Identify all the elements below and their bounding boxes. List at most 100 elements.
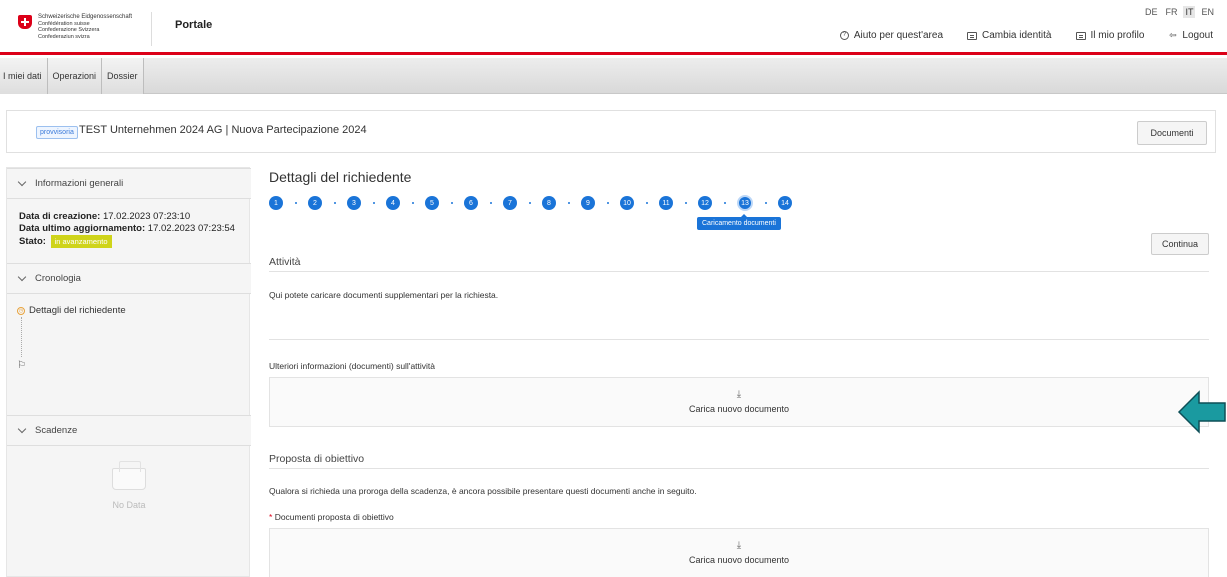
general-info-details: Data di creazione: 17.02.2023 07:23:10 D… <box>19 211 235 248</box>
step-14[interactable]: 14 <box>778 196 792 210</box>
updated-value: 17.02.2023 07:23:54 <box>147 223 235 234</box>
general-info-header[interactable]: Informazioni generali <box>7 168 251 199</box>
step-2[interactable]: 2 <box>308 196 322 210</box>
step-connector <box>673 196 698 210</box>
switch-identity-label: Cambia identità <box>982 30 1052 41</box>
step-connector <box>517 196 542 210</box>
step-connector <box>439 196 464 210</box>
chevron-down-icon <box>17 272 27 282</box>
timeline-item[interactable]: ◷ Dettagli del richiedente <box>17 305 126 316</box>
logo-divider <box>151 12 152 46</box>
chevron-down-icon <box>17 424 27 434</box>
help-link[interactable]: ? Aiuto per quest'area <box>839 30 943 41</box>
chronology-heading: Cronologia <box>35 273 81 284</box>
empty-inbox-icon <box>112 461 146 490</box>
step-7[interactable]: 7 <box>503 196 517 210</box>
portal-title: Portale <box>175 19 213 31</box>
page-title: Dettagli del richiedente <box>269 169 412 185</box>
chevron-down-icon <box>17 177 27 187</box>
step-connector <box>556 196 581 210</box>
step-connector <box>283 196 308 210</box>
documents-button[interactable]: Documenti <box>1137 121 1207 145</box>
step-5[interactable]: 5 <box>425 196 439 210</box>
timeline-connector <box>21 317 22 357</box>
step-indicator: 1 2 3 4 5 6 7 8 9 10 11 12 13 14 <box>269 195 792 211</box>
top-navigation: ? Aiuto per quest'area Cambia identità I… <box>839 30 1213 41</box>
logo-line-rm: Confederaziun svizra <box>38 33 90 40</box>
step-13[interactable]: 13 <box>737 195 753 211</box>
top-header: Schweizerische Eidgenossenschaft Confédé… <box>0 0 1227 55</box>
proposal-docs-label: * Documenti proposta di obiettivo <box>269 512 394 522</box>
annotation-arrow-icon <box>1177 390 1226 434</box>
step-6[interactable]: 6 <box>464 196 478 210</box>
general-info-heading: Informazioni generali <box>35 178 124 189</box>
step-11[interactable]: 11 <box>659 196 673 210</box>
deadlines-heading: Scadenze <box>35 425 78 436</box>
upload-label: Carica nuovo documento <box>688 404 790 414</box>
divider <box>269 271 1209 272</box>
continue-button[interactable]: Continua <box>1151 233 1209 255</box>
created-value: 17.02.2023 07:23:10 <box>102 211 191 222</box>
step-connector <box>712 196 737 210</box>
lang-en[interactable]: EN <box>1199 6 1216 18</box>
provisional-badge: provvisoria <box>36 126 78 139</box>
profile-label: Il mio profilo <box>1090 30 1145 41</box>
profile-link[interactable]: Il mio profilo <box>1075 30 1145 41</box>
case-header: provvisoria TEST Unternehmen 2024 AG | N… <box>6 110 1216 153</box>
switch-identity-link[interactable]: Cambia identità <box>967 30 1052 41</box>
logout-label: Logout <box>1182 30 1213 41</box>
sidebar: Informazioni generali Data di creazione:… <box>6 167 251 577</box>
swiss-flag-icon <box>18 15 32 29</box>
logout-link[interactable]: ⇦ Logout <box>1168 30 1213 41</box>
proposal-heading: Proposta di obiettivo <box>269 453 365 465</box>
upload-icon: ⤓ <box>736 389 742 400</box>
status-badge: in avanzamento <box>50 235 112 248</box>
tab-my-data[interactable]: I miei dati <box>0 58 48 94</box>
federal-logo[interactable]: Schweizerische Eidgenossenschaft Confédé… <box>18 14 132 40</box>
step-4[interactable]: 4 <box>386 196 400 210</box>
profile-card-icon <box>1075 31 1086 40</box>
step-10[interactable]: 10 <box>620 196 634 210</box>
lang-it[interactable]: IT <box>1183 6 1196 18</box>
step-12[interactable]: 12 <box>698 196 712 210</box>
activity-heading: Attività <box>269 256 301 268</box>
step-connector <box>595 196 620 210</box>
upload-label: Carica nuovo documento <box>688 555 790 565</box>
proposal-description: Qualora si richieda una proroga della sc… <box>269 486 697 496</box>
logo-line-de: Schweizerische Eidgenossenschaft <box>38 14 133 20</box>
deadlines-header[interactable]: Scadenze <box>7 415 251 446</box>
activity-upload-dropzone[interactable]: ⤓ Carica nuovo documento <box>269 377 1209 427</box>
step-connector <box>753 196 778 210</box>
clock-icon: ◷ <box>17 306 25 315</box>
activity-description: Qui potete caricare documenti supplement… <box>269 290 499 300</box>
step-8[interactable]: 8 <box>542 196 556 210</box>
required-marker: * <box>269 512 273 522</box>
chronology-header[interactable]: Cronologia <box>7 263 251 294</box>
tab-dossier[interactable]: Dossier <box>102 58 144 94</box>
lang-de[interactable]: DE <box>1143 6 1160 18</box>
logout-icon: ⇦ <box>1169 30 1177 40</box>
divider <box>269 339 1209 340</box>
lang-fr[interactable]: FR <box>1163 6 1179 18</box>
proposal-upload-dropzone[interactable]: ⤓ Carica nuovo documento <box>269 528 1209 577</box>
step-tooltip: Caricamento documenti <box>697 214 781 230</box>
case-title: TEST Unternehmen 2024 AG | Nuova Parteci… <box>79 124 367 136</box>
step-9[interactable]: 9 <box>581 196 595 210</box>
step-3[interactable]: 3 <box>347 196 361 210</box>
empty-text: No Data <box>112 500 146 510</box>
upload-icon: ⤓ <box>736 540 742 551</box>
main-menu-bar: I miei dati Operazioni Dossier <box>0 58 1227 94</box>
timeline-item-label: Dettagli del richiedente <box>29 305 126 316</box>
step-1[interactable]: 1 <box>269 196 283 210</box>
tab-operations[interactable]: Operazioni <box>47 58 103 94</box>
question-icon: ? <box>839 31 849 40</box>
created-label: Data di creazione: <box>19 211 101 222</box>
step-connector <box>478 196 503 210</box>
activity-docs-label: Ulteriori informazioni (documenti) sull'… <box>269 361 436 371</box>
step-connector <box>322 196 347 210</box>
id-card-icon <box>967 31 978 40</box>
divider <box>269 468 1209 469</box>
language-switcher: DE FR IT EN <box>1143 6 1216 18</box>
logo-text: Schweizerische Eidgenossenschaft Confédé… <box>38 14 132 40</box>
updated-label: Data ultimo aggiornamento: <box>19 223 146 234</box>
